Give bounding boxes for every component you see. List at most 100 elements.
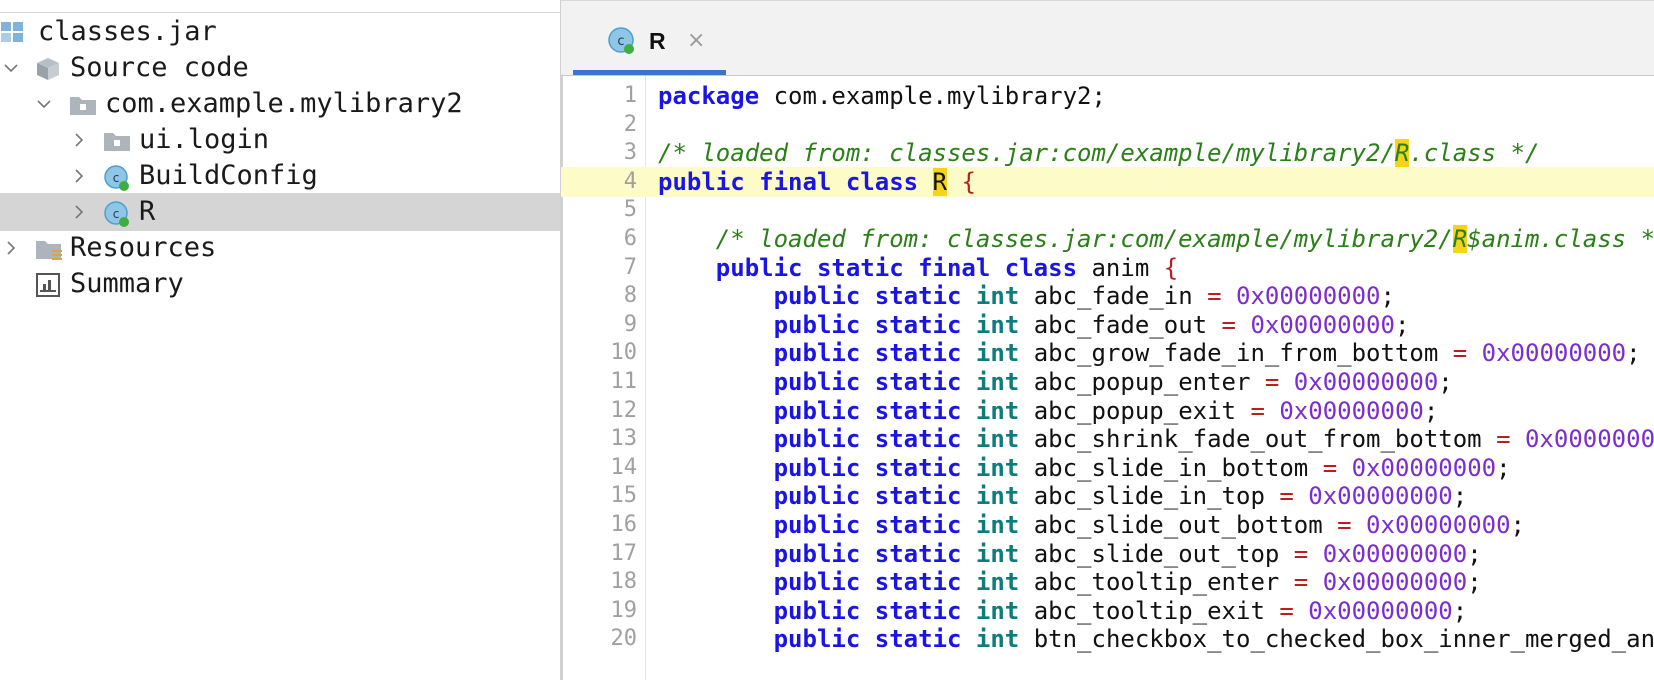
tree-item-label: R [139,196,156,227]
tree-item-label: BuildConfig [139,160,318,191]
chevron-right-icon[interactable] [68,201,90,223]
tree-top-border [0,0,560,13]
code-text: package com.example.mylibrary2; [658,82,1106,110]
code-line[interactable]: 6 /* loaded from: classes.jar:com/exampl… [561,224,1654,254]
code-line[interactable]: 18 public static int abc_tooltip_enter =… [561,567,1654,597]
tree-item-source-code[interactable]: Source code [0,49,560,87]
code-line[interactable]: 2 [561,110,1654,140]
close-icon[interactable]: × [687,28,705,53]
code-text: public static int abc_slide_in_bottom = … [658,454,1511,482]
code-line[interactable]: 10 public static int abc_grow_fade_in_fr… [561,338,1654,368]
code-token: ; [1452,482,1468,511]
tree-item-buildconfig[interactable]: c BuildConfig [0,157,560,195]
line-number: 19 [610,597,638,623]
code-token: package [658,82,760,110]
code-line[interactable]: 19 public static int abc_tooltip_exit = … [561,596,1654,626]
chevron-right-icon[interactable] [68,165,90,187]
code-area[interactable]: 1 package com.example.mylibrary2; 2 3 /* loa… [561,81,1654,680]
code-line[interactable]: 12 public static int abc_popup_exit = 0x… [561,396,1654,426]
code-line[interactable]: 3 /* loaded from: classes.jar:com/example… [561,138,1654,168]
code-line[interactable]: 16 public static int abc_slide_out_botto… [561,510,1654,540]
code-line[interactable]: 9 public static int abc_fade_out = 0x000… [561,310,1654,340]
code-text: public static int abc_popup_enter = 0x00… [658,368,1453,396]
chevron-right-icon[interactable] [0,237,22,259]
line-number: 12 [610,397,638,423]
tree-item-r[interactable]: cR [0,193,560,231]
code-token: int [975,282,1020,311]
code-line[interactable]: 15 public static int abc_slide_in_top = … [561,481,1654,511]
code-line[interactable]: 4 public final class R { [561,166,1654,197]
summary-icon [35,272,61,298]
code-line[interactable]: 8 public static int abc_fade_in = 0x0000… [561,281,1654,311]
code-token: 0x00000000 [1322,568,1468,597]
code-token: = [1221,310,1236,339]
tree-item-classes-jar[interactable]: classes.jar [0,13,560,51]
line-number: 5 [623,197,637,223]
code-line[interactable]: 7 public static final class anim { [561,253,1654,283]
code-token: int [975,310,1020,339]
line-number: 2 [623,111,637,137]
code-editor: c R × 1 package com.example.mylibrary2; 2 3… [561,0,1654,680]
tree-item-summary[interactable]: Summary [0,265,560,303]
code-token: public static [773,511,962,539]
chevron-down-icon[interactable] [33,93,55,115]
line-number: 9 [623,311,637,337]
code-text: public static final class anim { [658,254,1178,282]
code-token: int [975,453,1020,482]
line-number: 6 [623,226,637,251]
code-token: int [975,425,1020,454]
line-number: 18 [610,569,638,595]
code-token: int [975,511,1020,539]
code-line[interactable]: 14 public static int abc_slide_in_bottom… [561,453,1654,483]
code-token: public static final class [715,253,1078,282]
code-token: public static [773,625,962,654]
code-token: public static [773,568,962,597]
code-token: int [975,482,1020,511]
code-line[interactable]: 20 public static int btn_checkbox_to_che… [561,624,1654,654]
code-line[interactable]: 13 public static int abc_shrink_fade_out… [561,424,1654,454]
code-line[interactable]: 17 public static int abc_slide_out_top =… [561,539,1654,569]
code-token: R [932,167,947,196]
code-token: abc_popup_enter [1019,368,1265,396]
code-line[interactable]: 5 [561,195,1654,225]
code-token: abc_popup_exit [1019,396,1251,425]
code-token: int [975,339,1020,368]
tree-item-com-example-mylibrary2[interactable]: com.example.mylibrary2 [0,85,560,123]
code-token: { [961,167,976,196]
code-token: { [1163,253,1179,282]
code-text: public static int abc_tooltip_enter = 0x… [658,568,1482,596]
code-token: ; [1394,310,1410,339]
tree-item-label: Source code [70,52,249,83]
code-token: public final class [658,167,919,196]
tree-item-ui-login[interactable]: ui.login [0,121,560,159]
chevron-down-icon[interactable] [0,57,22,79]
code-text: public static int abc_shrink_fade_out_fr… [658,425,1654,453]
code-text: public static int abc_fade_out = 0x00000… [658,310,1410,339]
code-token: /* loaded from: classes.jar:com/example/… [658,139,1395,168]
tree-item-resources[interactable]: Resources [0,229,560,267]
chevron-right-icon[interactable] [68,129,90,151]
code-token: 0x00000000 [1279,396,1424,425]
code-token: int [975,396,1020,425]
editor-tab-r[interactable]: c R × [573,0,731,75]
tree-item-label: Summary [70,268,184,299]
code-token: = [1293,539,1309,568]
code-line[interactable]: 1 package com.example.mylibrary2; [561,81,1654,111]
code-line[interactable]: 11 public static int abc_popup_enter = 0… [561,367,1654,397]
